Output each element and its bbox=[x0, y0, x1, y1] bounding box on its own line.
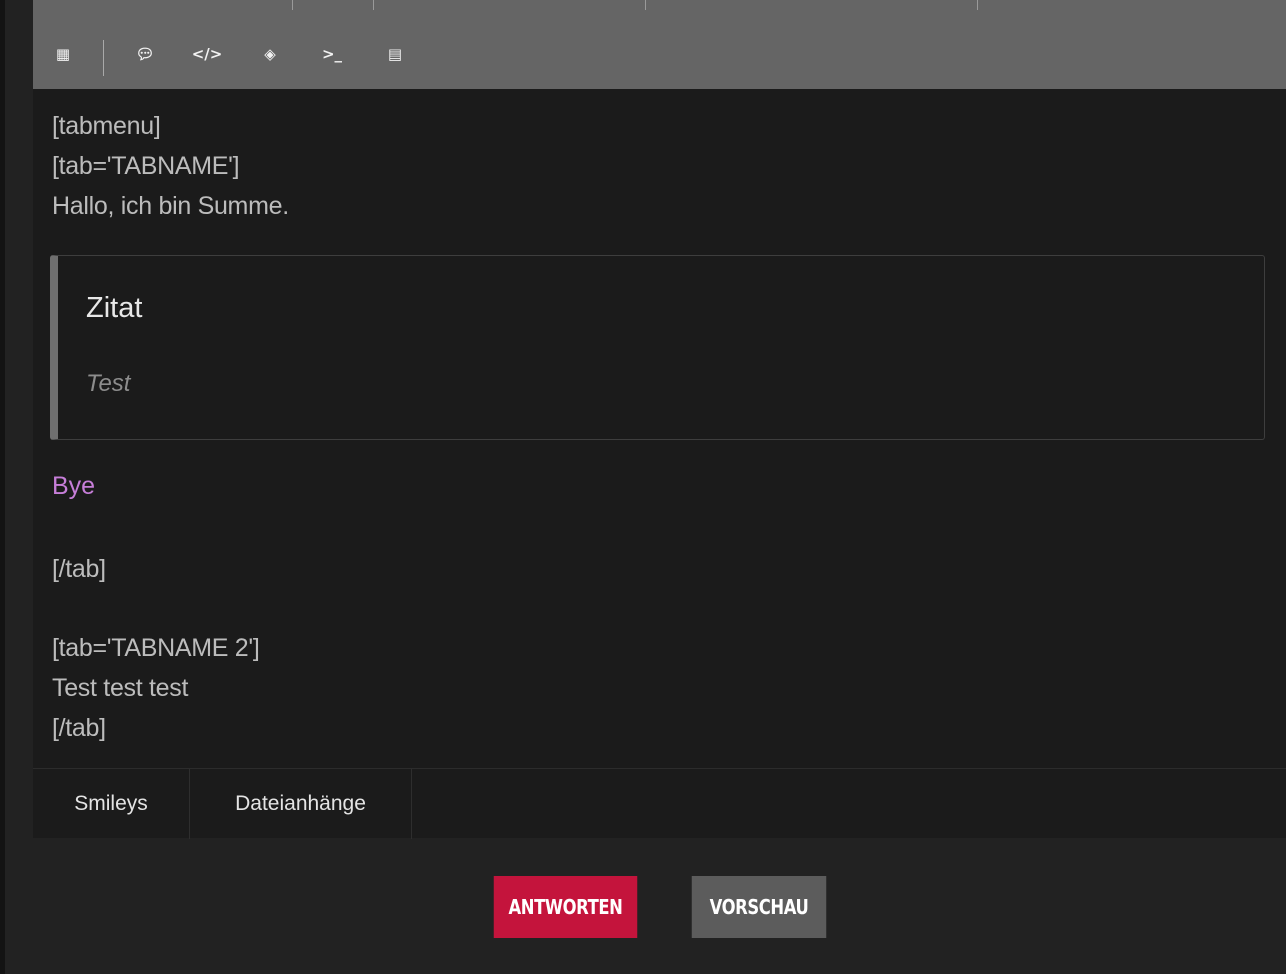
content-line: [tab='TABNAME 2'] bbox=[52, 634, 260, 662]
quote-body: Test bbox=[86, 370, 131, 397]
preview-button[interactable]: VORSCHAU bbox=[691, 876, 827, 938]
quote-title: Zitat bbox=[86, 292, 143, 324]
speech-bubble-icon[interactable]: 💬︎ bbox=[130, 40, 160, 68]
content-line: [/tab] bbox=[52, 555, 106, 583]
content-line: Hallo, ich bin Summe. bbox=[52, 192, 289, 220]
message-editor: ▦ 💬︎ </> ◈ >_ ▤ [tabmenu] [tab='TABNAME'… bbox=[33, 0, 1286, 839]
reply-button[interactable]: ANTWORTEN bbox=[493, 876, 638, 938]
editor-toolbar: ▦ 💬︎ </> ◈ >_ ▤ bbox=[33, 0, 1286, 89]
tab-smileys[interactable]: Smileys bbox=[33, 769, 190, 839]
content-line: Test test test bbox=[52, 674, 189, 702]
editor-tab-bar: Smileys Dateianhänge bbox=[33, 768, 1286, 839]
content-line: [/tab] bbox=[52, 714, 106, 742]
toolbar-separator bbox=[977, 0, 978, 10]
toolbar-row-top-partial bbox=[33, 0, 1286, 10]
table-icon[interactable]: ▦ bbox=[48, 40, 78, 68]
content-line: [tab='TABNAME'] bbox=[52, 152, 240, 180]
terminal-icon[interactable]: >_ bbox=[317, 40, 347, 68]
page-left-strip bbox=[0, 0, 5, 974]
newspaper-icon[interactable]: ▤ bbox=[380, 40, 410, 68]
blockquote: Zitat Test bbox=[50, 255, 1265, 440]
toolbar-row: ▦ 💬︎ </> ◈ >_ ▤ bbox=[33, 36, 1286, 76]
toolbar-separator bbox=[645, 0, 646, 10]
toolbar-separator bbox=[292, 0, 293, 10]
colored-text-bye: Bye bbox=[52, 472, 96, 500]
content-line: [tabmenu] bbox=[52, 112, 161, 140]
toolbar-separator bbox=[103, 40, 104, 76]
eye-slash-icon[interactable]: ◈ bbox=[255, 40, 285, 68]
tab-attachments[interactable]: Dateianhänge bbox=[190, 769, 412, 839]
editor-content[interactable]: [tabmenu] [tab='TABNAME'] Hallo, ich bin… bbox=[33, 89, 1286, 768]
code-icon[interactable]: </> bbox=[192, 40, 223, 68]
toolbar-separator bbox=[373, 0, 374, 10]
